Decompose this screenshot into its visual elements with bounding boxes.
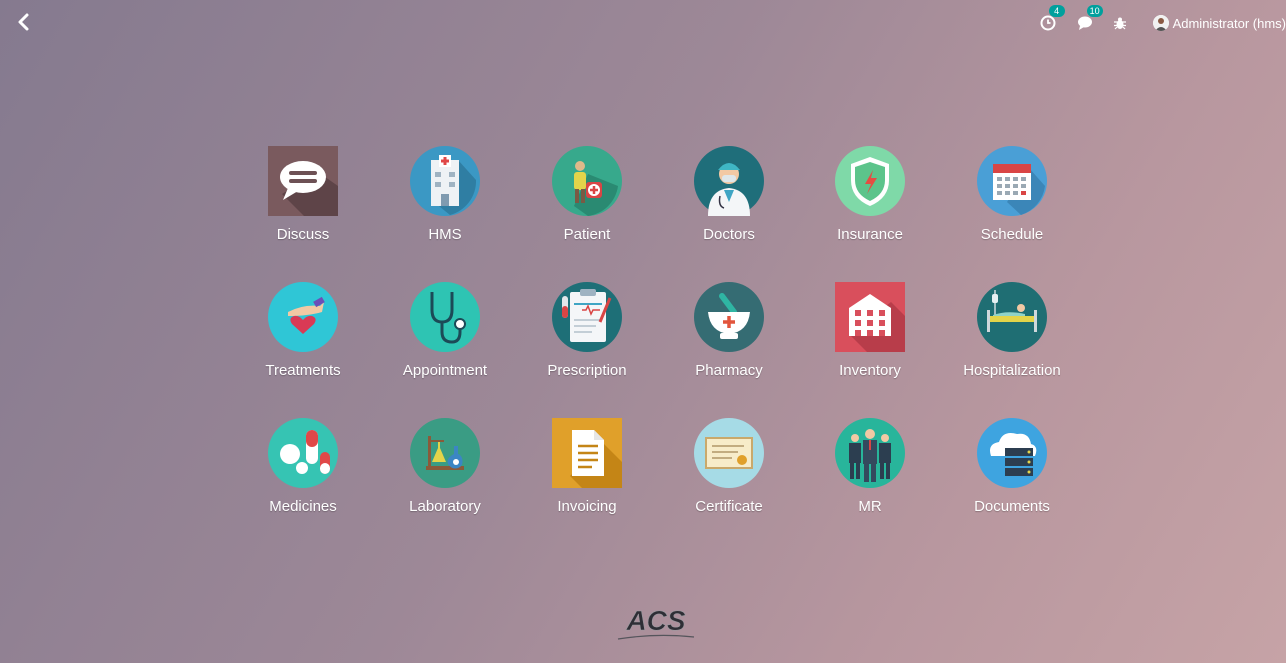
app-label: Discuss: [276, 226, 330, 243]
app-label: Appointment: [402, 362, 488, 379]
app-label: Certificate: [695, 498, 763, 515]
app-insurance[interactable]: Insurance: [805, 146, 935, 256]
certificate-icon: [694, 418, 764, 488]
app-documents[interactable]: Documents: [947, 418, 1077, 528]
hospital-bed-icon: [977, 282, 1047, 352]
app-doctors[interactable]: Doctors: [664, 146, 794, 256]
back-button[interactable]: [14, 12, 34, 32]
app-label: Inventory: [839, 362, 901, 379]
app-label: HMS: [428, 226, 462, 243]
app-laboratory[interactable]: Laboratory: [380, 418, 510, 528]
app-medicines[interactable]: Medicines: [238, 418, 368, 528]
clipboard-icon: [552, 282, 622, 352]
app-appointment[interactable]: Appointment: [380, 282, 510, 392]
app-prescription[interactable]: Prescription: [522, 282, 652, 392]
systray: 4 10 Administrator (hms): [1037, 5, 1286, 38]
app-label: Documents: [974, 498, 1050, 515]
svg-text:ACS: ACS: [625, 605, 685, 636]
app-hospitalization[interactable]: Hospitalization: [947, 282, 1077, 392]
calendar-icon: [977, 146, 1047, 216]
app-label: Insurance: [837, 226, 903, 243]
app-label: MR: [858, 498, 882, 515]
document-icon: [552, 418, 622, 488]
stethoscope-icon: [410, 282, 480, 352]
debug-menu[interactable]: [1109, 12, 1131, 34]
app-label: Medicines: [269, 498, 337, 515]
app-label: Treatments: [265, 362, 341, 379]
cloud-server-icon: [977, 418, 1047, 488]
chevron-left-icon: [18, 13, 29, 31]
user-name: Administrator (hms): [1172, 15, 1286, 31]
team-icon: [835, 418, 905, 488]
app-label: Schedule: [980, 226, 1044, 243]
shield-icon: [835, 146, 905, 216]
chat-bubble-icon: [268, 146, 338, 216]
app-pharmacy[interactable]: Pharmacy: [664, 282, 794, 392]
activity-menu[interactable]: 4: [1037, 5, 1065, 34]
mortar-icon: [694, 282, 764, 352]
doctor-icon: [694, 146, 764, 216]
app-label: Laboratory: [409, 498, 481, 515]
app-hms[interactable]: HMS: [380, 146, 510, 256]
warehouse-icon: [835, 282, 905, 352]
lab-flask-icon: [410, 418, 480, 488]
messages-badge: 10: [1086, 5, 1103, 17]
app-label: Patient: [563, 226, 611, 243]
app-patient[interactable]: Patient: [522, 146, 652, 256]
avatar: [1152, 15, 1169, 31]
clock-icon: [1040, 15, 1056, 31]
messaging-menu[interactable]: 10: [1075, 5, 1103, 34]
pills-icon: [268, 418, 338, 488]
app-mr[interactable]: MR: [805, 418, 935, 528]
patient-icon: [552, 146, 622, 216]
app-certificate[interactable]: Certificate: [664, 418, 794, 528]
app-label: Hospitalization: [963, 362, 1061, 379]
comments-icon: [1077, 16, 1092, 30]
app-discuss[interactable]: Discuss: [238, 146, 368, 256]
heart-hand-icon: [268, 282, 338, 352]
acs-logo: ACS ACS: [612, 603, 700, 643]
app-treatments[interactable]: Treatments: [238, 282, 368, 392]
top-bar: 4 10 Administrator (hms): [0, 0, 1286, 46]
app-invoicing[interactable]: Invoicing: [522, 418, 652, 528]
user-menu[interactable]: Administrator (hms): [1152, 15, 1286, 31]
app-label: Prescription: [547, 362, 627, 379]
app-label: Invoicing: [557, 498, 617, 515]
app-schedule[interactable]: Schedule: [947, 146, 1077, 256]
app-label: Pharmacy: [695, 362, 763, 379]
bug-icon: [1113, 17, 1126, 30]
app-inventory[interactable]: Inventory: [805, 282, 935, 392]
activity-badge: 4: [1048, 5, 1065, 17]
app-label: Doctors: [703, 226, 755, 243]
hospital-building-icon: [410, 146, 480, 216]
